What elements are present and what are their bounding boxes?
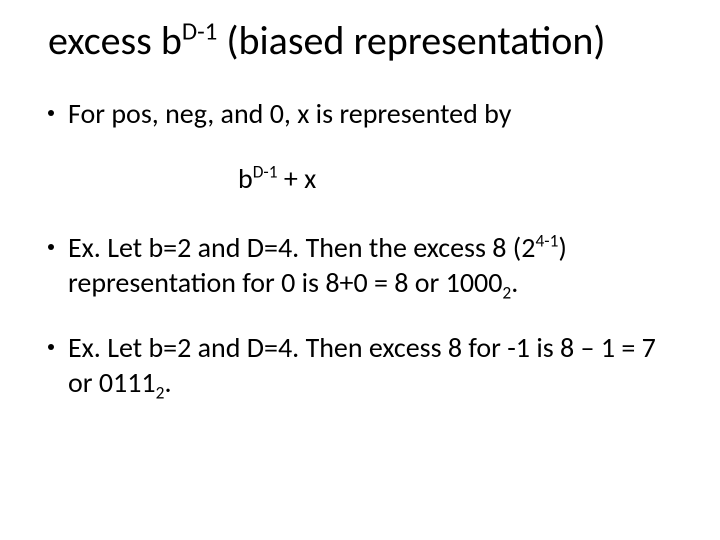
slide-body: For pos, neg, and 0, x is represented by…: [48, 96, 684, 400]
bullet-text: Ex. Let b=2 and D=4. Then the excess 8 (…: [68, 230, 684, 300]
bullet-text: For pos, neg, and 0, x is represented by: [68, 96, 684, 131]
title-exponent: D-1: [182, 16, 217, 47]
bullet-icon: [48, 110, 54, 116]
title-text-post: (biased representation): [217, 16, 605, 65]
subscript: 2: [502, 282, 511, 304]
text-run: .: [511, 265, 518, 300]
formula-line: bD-1 + x: [238, 161, 684, 196]
slide: excess bD-1 (biased representation) For …: [0, 0, 720, 540]
bullet-text: Ex. Let b=2 and D=4. Then excess 8 for -…: [68, 330, 684, 400]
slide-title: excess bD-1 (biased representation): [48, 18, 684, 64]
formula-post: + x: [278, 161, 317, 196]
formula-exponent: D-1: [253, 161, 278, 183]
exponent: 4-1: [535, 230, 558, 252]
bullet-item: Ex. Let b=2 and D=4. Then the excess 8 (…: [48, 230, 684, 300]
text-run: Ex. Let b=2 and D=4. Then the excess 8 (…: [68, 230, 535, 265]
formula-pre: b: [238, 161, 253, 196]
bullet-icon: [48, 244, 54, 250]
text-run: .: [164, 365, 171, 400]
title-text-pre: excess b: [48, 16, 182, 65]
bullet-item: For pos, neg, and 0, x is represented by: [48, 96, 684, 131]
bullet-icon: [48, 344, 54, 350]
bullet-item: Ex. Let b=2 and D=4. Then excess 8 for -…: [48, 330, 684, 400]
